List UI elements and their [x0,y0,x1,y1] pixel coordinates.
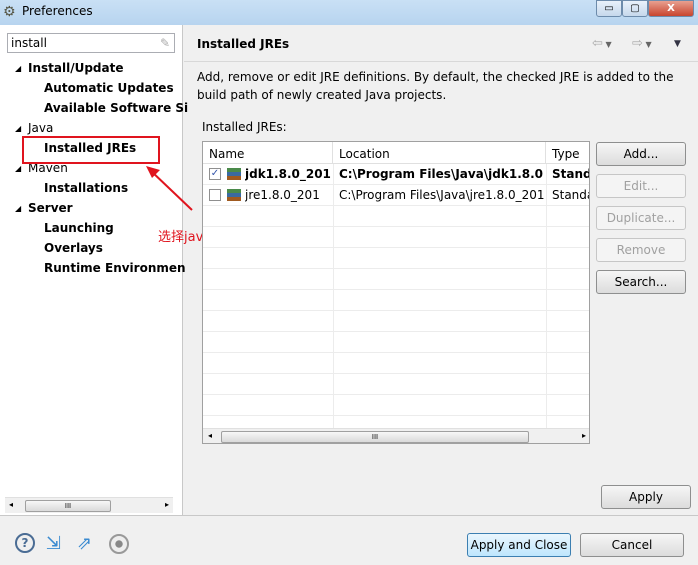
preference-page: Installed JREs ⇦ ▼ ⇨ ▼ ▼ Add, remove or … [184,25,698,515]
expand-toggle-icon[interactable]: ◢ [15,204,21,213]
scroll-thumb[interactable]: III [25,500,111,512]
jre-location: C:\Program Files\Java\jdk1.8.0... [339,167,544,181]
table-label: Installed JREs: [202,120,287,134]
jre-type: Stand [552,167,590,181]
dialog-footer: ? ⇲ ⇗ Apply and Close Cancel [0,515,698,565]
table-row[interactable]: jre1.8.0_201 C:\Program Files\Java\jre1.… [203,185,589,206]
page-title: Installed JREs [197,37,290,51]
view-menu-icon[interactable]: ▼ [674,39,681,49]
scroll-left-icon[interactable]: ◂ [9,500,13,509]
jre-name: jre1.8.0_201 [245,188,320,202]
import-icon[interactable]: ⇲ [46,533,61,554]
maximize-button[interactable]: ▢ [622,0,648,17]
jre-library-icon [227,189,241,201]
column-type[interactable]: Type [546,142,589,164]
table-row [203,269,589,290]
jre-type: Standa [552,188,589,202]
table-row [203,206,589,227]
apply-and-close-button[interactable]: Apply and Close [467,533,571,557]
back-icon[interactable]: ⇦ ▼ [592,36,612,51]
expand-toggle-icon[interactable]: ◢ [15,64,21,73]
filter-input[interactable]: install ✎ [7,33,175,53]
close-button[interactable]: X [648,0,694,17]
tree-item[interactable]: Install/Update [28,61,124,75]
duplicate-button[interactable]: Duplicate... [596,206,686,230]
tree-horizontal-scrollbar[interactable]: ◂ III ▸ [5,497,173,513]
table-row [203,374,589,395]
tree-item[interactable]: Automatic Updates [44,81,174,95]
table-horizontal-scrollbar[interactable]: ◂ III ▸ [203,428,589,443]
tree-item[interactable]: Installations [44,181,128,195]
forward-icon[interactable]: ⇨ ▼ [632,36,652,51]
minimize-button[interactable]: ▭ [596,0,622,17]
jre-table: Name Location Type ✓ jdk1.8.0_201... C:\… [202,141,590,444]
tree-item[interactable]: Runtime Environmen [44,261,186,275]
jre-name: jdk1.8.0_201... [245,167,331,181]
remove-button[interactable]: Remove [596,238,686,262]
title-bar: ⚙ Preferences ▭ ▢ X [0,0,698,25]
tree-item[interactable]: Launching [44,221,114,235]
table-row [203,227,589,248]
add-button[interactable]: Add... [596,142,686,166]
scroll-thumb[interactable]: III [221,431,529,443]
edit-button[interactable]: Edit... [596,174,686,198]
jre-checkbox[interactable] [209,189,221,201]
record-icon[interactable] [109,534,129,554]
page-description: Add, remove or edit JRE definitions. By … [197,70,674,102]
table-row[interactable]: ✓ jdk1.8.0_201... C:\Program Files\Java\… [203,164,590,185]
window-title: Preferences [22,4,93,18]
filter-value: install [11,36,47,50]
column-location[interactable]: Location [333,142,546,164]
column-name[interactable]: Name [203,142,333,164]
search-button[interactable]: Search... [596,270,686,294]
tree-item[interactable]: Overlays [44,241,103,255]
cancel-button[interactable]: Cancel [580,533,684,557]
preference-tree-panel: install ✎ ◢ Install/Update Automatic Update… [0,25,188,515]
scroll-left-icon[interactable]: ◂ [208,431,212,440]
scroll-right-icon[interactable]: ▸ [165,500,169,509]
expand-toggle-icon[interactable]: ◢ [15,164,21,173]
expand-toggle-icon[interactable]: ◢ [15,124,21,133]
table-row [203,395,589,416]
divider [184,61,698,62]
table-row [203,290,589,311]
scroll-right-icon[interactable]: ▸ [582,431,586,440]
table-row [203,248,589,269]
eclipse-gear-icon: ⚙ [3,4,16,20]
jre-library-icon [227,168,241,180]
table-row [203,353,589,374]
jre-location: C:\Program Files\Java\jre1.8.0_201 [339,188,544,202]
export-icon[interactable]: ⇗ [77,533,92,554]
help-icon[interactable]: ? [15,533,35,553]
table-row [203,311,589,332]
clear-icon[interactable]: ✎ [160,34,170,52]
tree-item[interactable]: Java [28,121,53,135]
jre-checkbox[interactable]: ✓ [209,168,221,180]
apply-button[interactable]: Apply [601,485,691,509]
tree-item[interactable]: Server [28,201,73,215]
table-row [203,332,589,353]
tree-item[interactable]: Available Software Si [44,101,188,115]
